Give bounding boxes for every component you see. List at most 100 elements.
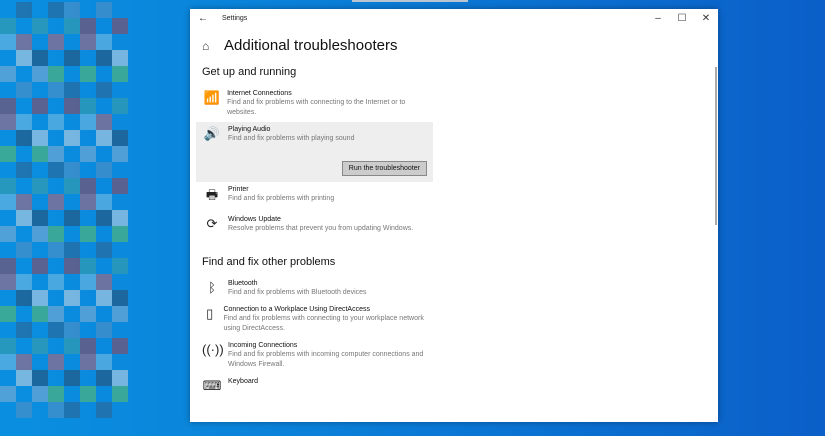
item-description: Resolve problems that prevent you from u… (228, 225, 414, 232)
desktop-icon-pixel (32, 66, 48, 82)
scrollbar[interactable] (715, 67, 717, 225)
desktop-icon-pixel (16, 50, 32, 66)
desktop-icon-pixel (0, 306, 16, 322)
desktop-icon-pixel (96, 210, 112, 226)
desktop-icon-pixel (48, 194, 64, 210)
desktop-icon-pixel (48, 386, 64, 402)
desktop-icon-pixel (0, 18, 16, 34)
desktop-icon-pixel (96, 370, 112, 386)
desktop-icon-pixel (32, 338, 48, 354)
desktop-icon-pixel (64, 50, 80, 66)
desktop-icon-pixel (16, 194, 32, 210)
troubleshooter-icon: ⌨ (202, 378, 222, 393)
close-button[interactable]: ✕ (694, 13, 718, 24)
desktop-icon-pixel (32, 258, 48, 274)
desktop-icon-pixel (80, 386, 96, 402)
troubleshooter-icon: ▯ (206, 306, 214, 321)
item-name: Bluetooth (228, 280, 258, 287)
desktop-icon-pixel (48, 274, 64, 290)
desktop-icon-pixel (0, 178, 16, 194)
desktop-icon-pixel (96, 242, 112, 258)
desktop-icon-pixel (64, 130, 80, 146)
desktop-icon-pixel (0, 338, 16, 354)
troubleshooter-icon: ᛒ (208, 280, 216, 295)
desktop-icon-pixel (16, 290, 32, 306)
troubleshooter-item[interactable]: 🔊 Playing Audio Find and fix problems wi… (196, 122, 433, 182)
run-troubleshooter-button[interactable]: Run the troubleshooter (341, 161, 427, 176)
back-button[interactable]: ← (190, 13, 216, 24)
desktop-icon-pixel (96, 82, 112, 98)
desktop-icon-pixel (0, 274, 16, 290)
item-description: Find and fix problems with playing sound (228, 135, 355, 142)
troubleshooter-icon: ((·)) (202, 342, 224, 357)
desktop-icon-pixel (96, 290, 112, 306)
desktop-icon-pixel (0, 66, 16, 82)
title-bar: ← Settings – ☐ ✕ (190, 9, 718, 27)
settings-window: ← Settings – ☐ ✕ ⌂ Additional troublesho… (190, 9, 718, 422)
desktop-icon-pixel (112, 338, 128, 354)
item-description: Find and fix problems with printing (228, 195, 335, 202)
troubleshooter-item[interactable]: ((·)) Incoming Connections Find and fix … (196, 338, 433, 374)
troubleshooter-icon: 🖶 (205, 187, 219, 202)
troubleshooter-item[interactable]: ⌨ Keyboard (196, 374, 433, 398)
desktop-icon-pixel (112, 290, 128, 306)
desktop-icon-pixel (96, 274, 112, 290)
troubleshooter-item[interactable]: ᛒ Bluetooth Find and fix problems with B… (196, 276, 433, 302)
desktop-icon-pixel (80, 178, 96, 194)
desktop-icon-pixel (32, 306, 48, 322)
desktop-icon-pixel (80, 98, 96, 114)
item-description: Find and fix problems with connecting to… (227, 99, 406, 116)
desktop-icon-pixel (16, 210, 32, 226)
desktop-icon-pixel (80, 306, 96, 322)
desktop-icon-pixel (96, 114, 112, 130)
desktop-icon-pixel (32, 18, 48, 34)
desktop-icon-pixel (112, 178, 128, 194)
troubleshooter-item[interactable]: 🖶 Printer Find and fix problems with pri… (196, 182, 433, 212)
desktop-icon-pixel (112, 306, 128, 322)
section-heading: Get up and running (202, 66, 297, 78)
desktop-icon-pixel (64, 178, 80, 194)
item-name: Playing Audio (228, 126, 271, 133)
desktop-icon-pixel (80, 258, 96, 274)
troubleshooter-item[interactable]: ▯ Connection to a Workplace Using Direct… (196, 302, 433, 338)
desktop-icon-pixel (0, 386, 16, 402)
desktop-icon-pixel (16, 242, 32, 258)
desktop-icon-pixel (32, 210, 48, 226)
desktop-icon-pixel (48, 402, 64, 418)
page-title: Additional troubleshooters (224, 37, 398, 54)
item-name: Printer (228, 186, 249, 193)
item-description: Find and fix problems with incoming comp… (228, 351, 424, 368)
desktop-icon-pixel (32, 226, 48, 242)
desktop-icon-pixel (64, 290, 80, 306)
troubleshooter-item[interactable]: ⟳ Windows Update Resolve problems that p… (196, 212, 433, 238)
desktop-icon-pixel (112, 258, 128, 274)
desktop-icon-pixel (16, 34, 32, 50)
desktop-icon-pixel (0, 146, 16, 162)
desktop-icon-pixel (96, 2, 112, 18)
desktop-icon-pixel (96, 402, 112, 418)
desktop-icon-pixel (80, 274, 96, 290)
desktop-icon-pixel (48, 322, 64, 338)
desktop-icon-pixel (80, 66, 96, 82)
minimize-button[interactable]: – (646, 13, 670, 24)
desktop-icon-pixel (32, 146, 48, 162)
section-heading: Find and fix other problems (202, 256, 336, 268)
maximize-button[interactable]: ☐ (670, 13, 694, 24)
desktop-icon-pixel (48, 82, 64, 98)
desktop-icon-pixel (112, 386, 128, 402)
home-icon[interactable]: ⌂ (202, 39, 224, 53)
desktop-icon-pixel (16, 82, 32, 98)
troubleshooter-icon: 🔊 (203, 126, 221, 141)
desktop-icon-pixel (0, 34, 16, 50)
desktop-icon-pixel (96, 354, 112, 370)
desktop-icon-pixel (80, 338, 96, 354)
desktop-icon-pixel (96, 194, 112, 210)
desktop-icon-pixel (112, 210, 128, 226)
troubleshooter-item[interactable]: 📶 Internet Connections Find and fix prob… (196, 86, 433, 122)
desktop-icon-pixel (64, 402, 80, 418)
desktop-icon-pixel (0, 226, 16, 242)
desktop-icon-pixel (80, 114, 96, 130)
desktop-icon-pixel (16, 354, 32, 370)
window-title: Settings (222, 14, 248, 22)
desktop-icon-pixel (96, 50, 112, 66)
